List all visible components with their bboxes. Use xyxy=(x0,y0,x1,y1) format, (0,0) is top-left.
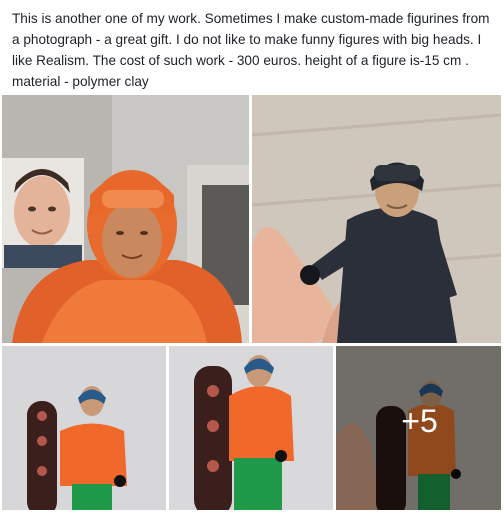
photo-tile-3[interactable] xyxy=(2,346,166,510)
more-photos-overlay[interactable]: +5 xyxy=(336,346,501,510)
orange-figure-photo xyxy=(2,95,249,343)
more-photos-count: +5 xyxy=(401,402,438,439)
photo-tile-2[interactable] xyxy=(252,95,501,343)
photo-tile-5-more[interactable]: +5 xyxy=(336,346,501,510)
photo-gallery: +5 xyxy=(0,95,504,515)
photo-tile-1[interactable] xyxy=(2,95,249,343)
black-jacket-figure-photo xyxy=(252,95,501,343)
post-text: This is another one of my work. Sometime… xyxy=(12,11,490,89)
photo-tile-4[interactable] xyxy=(169,346,333,510)
snowboarder-front-photo xyxy=(2,346,166,510)
snowboarder-side-photo xyxy=(169,346,333,510)
